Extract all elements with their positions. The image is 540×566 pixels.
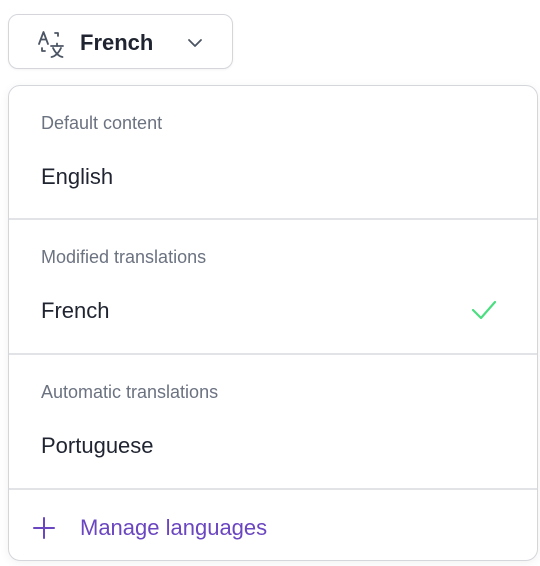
language-option-english[interactable]: English: [9, 146, 537, 206]
section-modified-translations: Modified translations French: [9, 220, 537, 354]
chevron-down-icon: [188, 39, 202, 47]
plus-icon: [33, 517, 55, 539]
language-select-button[interactable]: French: [8, 14, 233, 69]
manage-languages-button[interactable]: Manage languages: [9, 490, 537, 560]
language-option-label: Portuguese: [41, 433, 154, 458]
language-option-french[interactable]: French: [9, 280, 537, 340]
language-option-label: French: [41, 298, 110, 323]
section-automatic-translations: Automatic translations Portuguese: [9, 355, 537, 489]
language-dropdown-menu: Default content English Modified transla…: [8, 85, 538, 561]
language-option-label: English: [41, 164, 114, 189]
selected-language-label: French: [80, 30, 154, 55]
language-option-portuguese[interactable]: Portuguese: [9, 415, 537, 475]
section-default-content: Default content English: [9, 86, 537, 219]
manage-languages-label: Manage languages: [80, 515, 268, 540]
section-label: Default content: [41, 113, 163, 133]
section-label: Modified translations: [41, 247, 207, 267]
translate-icon: [38, 31, 64, 58]
section-label: Automatic translations: [41, 382, 219, 402]
check-icon: [471, 300, 497, 320]
